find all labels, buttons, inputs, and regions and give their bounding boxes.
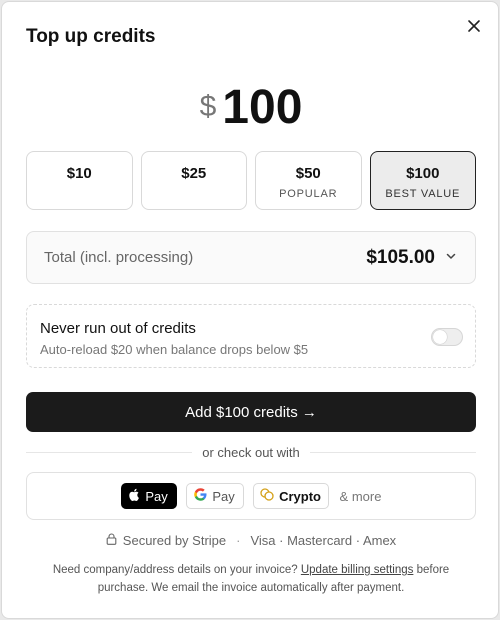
preset-value: $25 — [181, 165, 207, 182]
preset-value: $50 — [295, 165, 321, 182]
total-value: $105.00 — [366, 246, 435, 268]
payment-methods: Pay Pay Crypto & more — [26, 472, 476, 520]
preset-25-button[interactable]: $25 — [140, 151, 247, 210]
more-methods-link[interactable]: & more — [340, 489, 382, 504]
card-brands: Visa · Mastercard · Amex — [250, 532, 397, 548]
divider-line — [309, 451, 477, 453]
amount-presets: $10 $25 $50 POPULAR $100 BEST VALUE — [26, 151, 476, 210]
security-note: Secured by Stripe · Visa · Mastercard · … — [2, 532, 500, 548]
crypto-label: Crypto — [279, 488, 321, 504]
top-up-credits-dialog: Top up credits $ 100 $10 $25 $50 POPULAR… — [1, 1, 499, 619]
auto-reload-subtitle: Auto-reload $20 when balance drops below… — [40, 342, 309, 357]
coins-icon — [260, 488, 274, 504]
selected-amount-display: $ 100 — [2, 76, 500, 132]
preset-50-button[interactable]: $50 POPULAR — [255, 151, 362, 210]
checkout-divider: or check out with — [26, 444, 477, 460]
crypto-button[interactable]: Crypto — [252, 483, 329, 509]
divider-line — [26, 451, 193, 453]
apple-pay-label: Pay — [145, 488, 168, 504]
google-pay-label: Pay — [212, 488, 235, 504]
separator: · — [236, 532, 241, 548]
preset-100-button[interactable]: $100 BEST VALUE — [369, 151, 476, 210]
toggle-knob — [433, 330, 447, 344]
google-g-icon — [194, 488, 207, 504]
update-billing-settings-link[interactable]: Update billing settings — [301, 564, 414, 576]
auto-reload-title: Never run out of credits — [40, 320, 196, 337]
auto-reload-section: Never run out of credits Auto-reload $20… — [26, 304, 476, 368]
close-icon[interactable] — [466, 18, 482, 34]
add-credits-button[interactable]: Add $100 credits → — [26, 392, 476, 432]
chevron-down-icon — [445, 249, 457, 267]
apple-pay-button[interactable]: Pay — [120, 483, 177, 509]
total-dropdown[interactable]: Total (incl. processing) $105.00 — [26, 231, 476, 284]
divider-text: or check out with — [202, 444, 300, 460]
popular-tag: POPULAR — [279, 188, 338, 200]
preset-value: $100 — [406, 165, 440, 182]
auto-reload-toggle[interactable] — [431, 328, 463, 346]
invoice-note-prefix: Need company/address details on your inv… — [52, 564, 298, 576]
total-label: Total (incl. processing) — [44, 249, 194, 266]
amount-value: 100 — [222, 81, 303, 134]
preset-10-button[interactable]: $10 — [26, 151, 133, 210]
invoice-note: Need company/address details on your inv… — [38, 561, 464, 597]
dialog-title: Top up credits — [26, 26, 156, 47]
secured-by-stripe: Secured by Stripe — [122, 532, 227, 548]
apple-icon — [129, 488, 140, 504]
currency-symbol: $ — [199, 90, 217, 123]
lock-icon — [106, 532, 117, 548]
best-value-tag: BEST VALUE — [385, 188, 461, 200]
preset-value: $10 — [66, 165, 92, 182]
google-pay-button[interactable]: Pay — [185, 483, 244, 509]
